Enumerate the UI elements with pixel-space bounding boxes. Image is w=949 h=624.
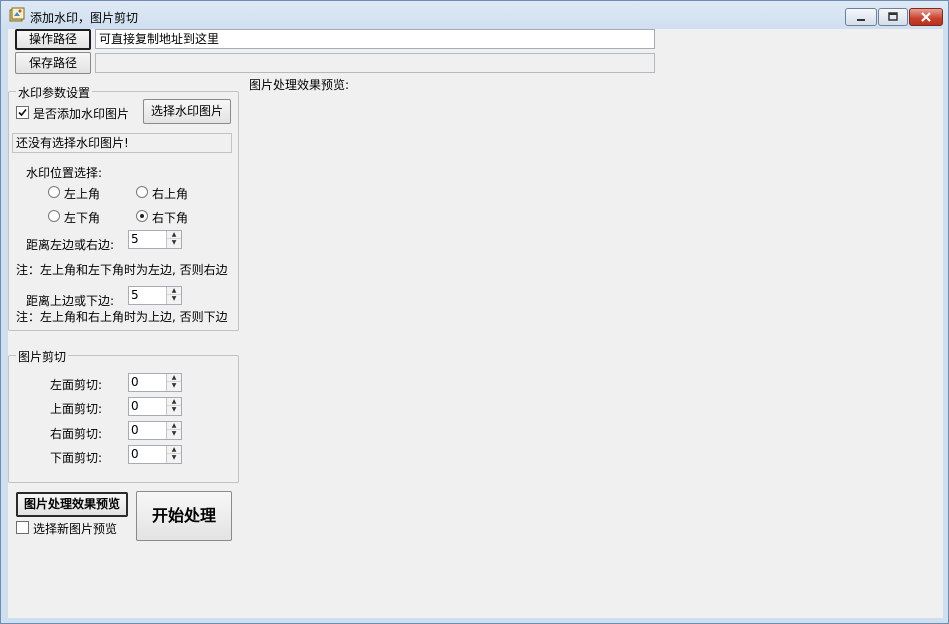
chevron-up-icon[interactable]: ▲ [167, 287, 181, 295]
crop-group-title: 图片剪切 [16, 348, 69, 365]
chevron-up-icon[interactable]: ▲ [167, 398, 181, 406]
crop-group [8, 355, 239, 483]
operate-path-input[interactable]: 可直接复制地址到这里 [95, 29, 655, 49]
preview-area-label: 图片处理效果预览: [249, 78, 350, 92]
radio-top-right[interactable] [136, 186, 148, 198]
crop-right-spinner[interactable]: 0 ▲ ▼ [128, 421, 182, 440]
minimize-icon [857, 19, 865, 21]
crop-top-label: 上面剪切: [50, 402, 103, 416]
crop-left-spinner[interactable]: 0 ▲ ▼ [128, 373, 182, 392]
radio-bottom-right-label: 右下角 [152, 211, 189, 225]
app-window: 添加水印，图片剪切 操作路径 可直接复制地址到这里 保存路径 图片处理效果预览: [0, 0, 949, 624]
client-area: 操作路径 可直接复制地址到这里 保存路径 图片处理效果预览: 水印参数设置 是否… [8, 29, 943, 618]
h-distance-note: 注：左上角和左下角时为左边, 否则右边 [16, 263, 228, 277]
watermark-status-field: 还没有选择水印图片! [12, 133, 232, 153]
crop-left-label: 左面剪切: [50, 378, 103, 392]
maximize-icon [888, 12, 898, 21]
crop-right-label: 右面剪切: [50, 427, 103, 441]
radio-bottom-left[interactable] [48, 210, 60, 222]
h-distance-label: 距离左边或右边: [26, 238, 115, 252]
crop-right-value[interactable]: 0 [131, 423, 139, 437]
h-distance-spinner[interactable]: 5 ▲ ▼ [128, 230, 182, 249]
add-watermark-checkbox[interactable] [16, 106, 29, 119]
chevron-down-icon[interactable]: ▼ [167, 239, 181, 247]
chevron-down-icon[interactable]: ▼ [167, 430, 181, 438]
title-bar[interactable]: 添加水印，图片剪切 [1, 1, 948, 29]
checkmark-icon [18, 108, 27, 117]
v-distance-spinner[interactable]: 5 ▲ ▼ [128, 286, 182, 305]
chevron-down-icon[interactable]: ▼ [167, 295, 181, 303]
add-watermark-label: 是否添加水印图片 [33, 107, 130, 121]
crop-top-value[interactable]: 0 [131, 399, 139, 413]
crop-left-value[interactable]: 0 [131, 375, 139, 389]
radio-top-left-label: 左上角 [64, 187, 101, 201]
new-image-preview-label: 选择新图片预览 [33, 522, 118, 536]
radio-top-left[interactable] [48, 186, 60, 198]
v-distance-label: 距离上边或下边: [26, 294, 115, 308]
h-distance-value[interactable]: 5 [131, 232, 139, 246]
radio-top-right-label: 右上角 [152, 187, 189, 201]
chevron-up-icon[interactable]: ▲ [167, 446, 181, 454]
v-distance-note: 注：左上角和右上角时为上边, 否则下边 [16, 310, 228, 324]
radio-selected-dot [140, 214, 144, 218]
chevron-up-icon[interactable]: ▲ [167, 374, 181, 382]
new-image-preview-checkbox[interactable] [16, 521, 29, 534]
crop-bottom-label: 下面剪切: [50, 451, 103, 465]
crop-bottom-spinner[interactable]: 0 ▲ ▼ [128, 445, 182, 464]
minimize-button[interactable] [845, 8, 877, 26]
position-label: 水印位置选择: [26, 166, 103, 180]
select-watermark-button[interactable]: 选择水印图片 [143, 99, 231, 124]
window-title: 添加水印，图片剪切 [30, 11, 139, 25]
app-icon [9, 7, 25, 22]
crop-bottom-value[interactable]: 0 [131, 447, 139, 461]
save-path-input[interactable] [95, 53, 655, 73]
chevron-up-icon[interactable]: ▲ [167, 422, 181, 430]
chevron-up-icon[interactable]: ▲ [167, 231, 181, 239]
radio-bottom-right[interactable] [136, 210, 148, 222]
v-distance-value[interactable]: 5 [131, 288, 139, 302]
operate-path-button[interactable]: 操作路径 [15, 29, 91, 50]
preview-button[interactable]: 图片处理效果预览 [16, 492, 128, 517]
crop-top-spinner[interactable]: 0 ▲ ▼ [128, 397, 182, 416]
maximize-button[interactable] [878, 8, 908, 26]
chevron-down-icon[interactable]: ▼ [167, 454, 181, 462]
radio-bottom-left-label: 左下角 [64, 211, 101, 225]
start-processing-button[interactable]: 开始处理 [136, 491, 232, 541]
close-icon [921, 12, 931, 22]
close-button[interactable] [909, 8, 943, 26]
save-path-button[interactable]: 保存路径 [15, 52, 91, 74]
chevron-down-icon[interactable]: ▼ [167, 382, 181, 390]
chevron-down-icon[interactable]: ▼ [167, 406, 181, 414]
watermark-group-title: 水印参数设置 [16, 84, 93, 101]
